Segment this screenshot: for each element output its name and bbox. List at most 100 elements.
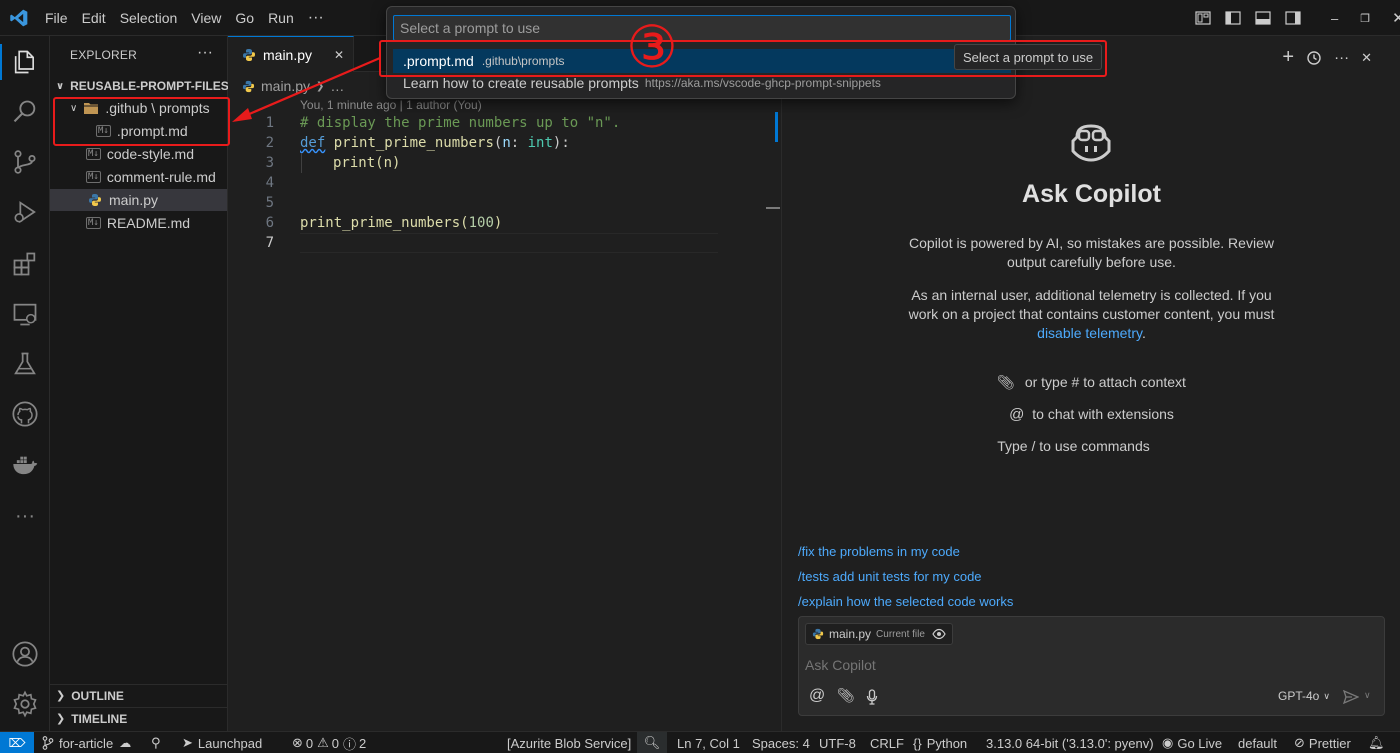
docker-icon[interactable] [10,451,40,481]
menu-selection[interactable]: Selection [120,10,178,26]
telemetry-line-3: disable telemetry. [782,325,1400,341]
search-icon[interactable] [10,97,40,127]
end-of-line[interactable]: CRLF [870,732,904,753]
restore-icon[interactable]: ❐ [1360,12,1370,25]
layout-controls: – ❐ ✕ [1195,0,1400,36]
disable-telemetry-link[interactable]: disable telemetry [1037,325,1142,341]
warning-icon: ⚠ [317,735,329,750]
markdown-file-icon: M↓ [86,217,101,229]
chevron-down-icon[interactable]: ∨ [1364,690,1371,701]
menu-file[interactable]: File [45,10,68,26]
paren: ( [460,215,469,231]
step-number-badge: ③ [626,13,678,81]
tree-item-comment-rule-md[interactable]: M↓ comment-rule.md [50,166,227,188]
toggle-secondary-sidebar-icon[interactable] [1285,10,1301,26]
suggestion-tests[interactable]: /tests add unit tests for my code [798,569,982,584]
mention-at-icon[interactable]: @ [809,687,825,705]
context-file: main.py [829,627,872,641]
git-graph-icon[interactable]: ⚲ [151,732,161,753]
indentation[interactable]: Spaces: 4 [752,732,810,753]
model-picker[interactable]: GPT-4o ∨ [1278,689,1330,703]
tree-item-label: main.py [109,192,159,208]
python-interpreter[interactable]: 3.13.0 64-bit ('3.13.0': pyenv) [986,732,1154,753]
disclaimer-line-2: output carefully before use. [1007,254,1176,270]
code-line-3[interactable]: print(n) [333,153,400,173]
suggestion-fix[interactable]: /fix the problems in my code [798,544,960,559]
remote-explorer-icon[interactable] [10,299,40,329]
go-live-button[interactable]: ◉ Go Live [1162,732,1222,753]
code-line-6[interactable]: print_prime_numbers(100) [300,213,502,233]
eye-icon[interactable] [932,628,946,640]
menu-go[interactable]: Go [235,10,254,26]
menu-edit[interactable]: Edit [82,10,106,26]
close-window-icon[interactable]: ✕ [1392,9,1400,27]
menu-view[interactable]: View [191,10,221,26]
tree-item-readme-md[interactable]: M↓ README.md [50,212,227,234]
explorer-title: EXPLORER [70,48,137,62]
testing-icon[interactable] [10,349,40,379]
more-actions-icon[interactable]: ··· [1334,49,1349,66]
microphone-icon[interactable] [866,689,878,705]
chat-input[interactable] [805,653,1365,677]
close-panel-icon[interactable]: ✕ [1361,50,1372,66]
azurite-indicator[interactable]: [Azurite Blob Service] [507,732,631,753]
context-chip[interactable]: main.py Current file [805,623,953,645]
warning-count: 0 [331,735,340,751]
customize-layout-icon[interactable] [1195,10,1211,26]
cursor-position[interactable]: Ln 7, Col 1 [677,732,740,753]
menu-more[interactable]: ··· [308,9,324,27]
prettier-status-icon: ⊘ [1294,735,1305,750]
toggle-panel-icon[interactable] [1255,10,1271,26]
tree-item-label: comment-rule.md [106,169,216,185]
prettier-indicator[interactable]: ⊘ Prettier [1294,732,1351,753]
project-folder[interactable]: ∨ REUSABLE-PROMPT-FILES... [50,75,239,97]
more-views-icon[interactable]: ··· [10,501,40,531]
source-control-icon[interactable] [10,147,40,177]
github-icon[interactable] [10,399,40,429]
paren-close: ) [493,215,503,231]
menu-run[interactable]: Run [268,10,294,26]
toggle-primary-sidebar-icon[interactable] [1225,10,1241,26]
chevron-right-icon: ❯ [56,713,66,725]
problems-indicator[interactable]: ⊗ 0 ⚠ 0 ⓘ 2 [292,732,366,753]
send-icon[interactable] [1343,690,1359,704]
remote-indicator[interactable]: ⌦ [0,732,34,753]
launchpad-indicator[interactable]: ➤ Launchpad [182,732,262,753]
timeline-section[interactable]: ❯ TIMELINE [50,707,227,729]
outline-section[interactable]: ❯ OUTLINE [50,684,227,706]
line-number: 2 [265,135,274,151]
minimize-icon[interactable]: – [1331,11,1338,26]
at-sign-icon: @ [1009,406,1025,423]
zoom-icon[interactable]: 🔍︎ [637,732,667,753]
notifications-bell-icon[interactable]: 🔔︎ [1368,732,1385,753]
branch-indicator[interactable]: for-article ☁ [42,732,131,753]
attach-paperclip-icon[interactable]: 📎︎ [837,687,855,704]
code-line-2[interactable]: def print_prime_numbers(n: int): [300,133,570,153]
language-mode[interactable]: {} Python [913,732,967,753]
option-description: https://aka.ms/vscode-ghcp-prompt-snippe… [644,76,881,90]
tree-item-main-py[interactable]: main.py [50,189,227,211]
vscode-logo-icon[interactable] [9,8,29,28]
suggestion-explain[interactable]: /explain how the selected code works [798,594,1013,609]
run-debug-icon[interactable] [10,197,40,227]
active-indicator [0,44,2,80]
explorer-icon[interactable] [10,47,40,77]
prompt-picker-input[interactable] [393,15,1011,41]
tree-item-code-style-md[interactable]: M↓ code-style.md [50,143,227,165]
accounts-icon[interactable] [10,639,40,669]
extensions-icon[interactable] [10,249,40,279]
scroll-marker [775,112,778,142]
new-chat-icon[interactable]: + [1282,46,1294,69]
profile-indicator[interactable]: default [1238,732,1277,753]
disclaimer-line-1: Copilot is powered by AI, so mistakes ar… [909,235,1274,251]
manage-gear-icon[interactable] [10,689,40,719]
encoding[interactable]: UTF-8 [819,732,856,753]
hint-attach: 📎︎ or type # to attach context [782,374,1400,391]
copilot-logo-icon [1071,124,1111,162]
history-icon[interactable] [1306,50,1322,66]
hint-extensions: @ to chat with extensions [782,406,1400,423]
explorer-more-icon[interactable]: ··· [197,44,213,62]
annotation-arrow-icon [232,56,381,122]
language-label: Python [926,735,968,751]
scrollbar-track[interactable] [766,96,780,731]
